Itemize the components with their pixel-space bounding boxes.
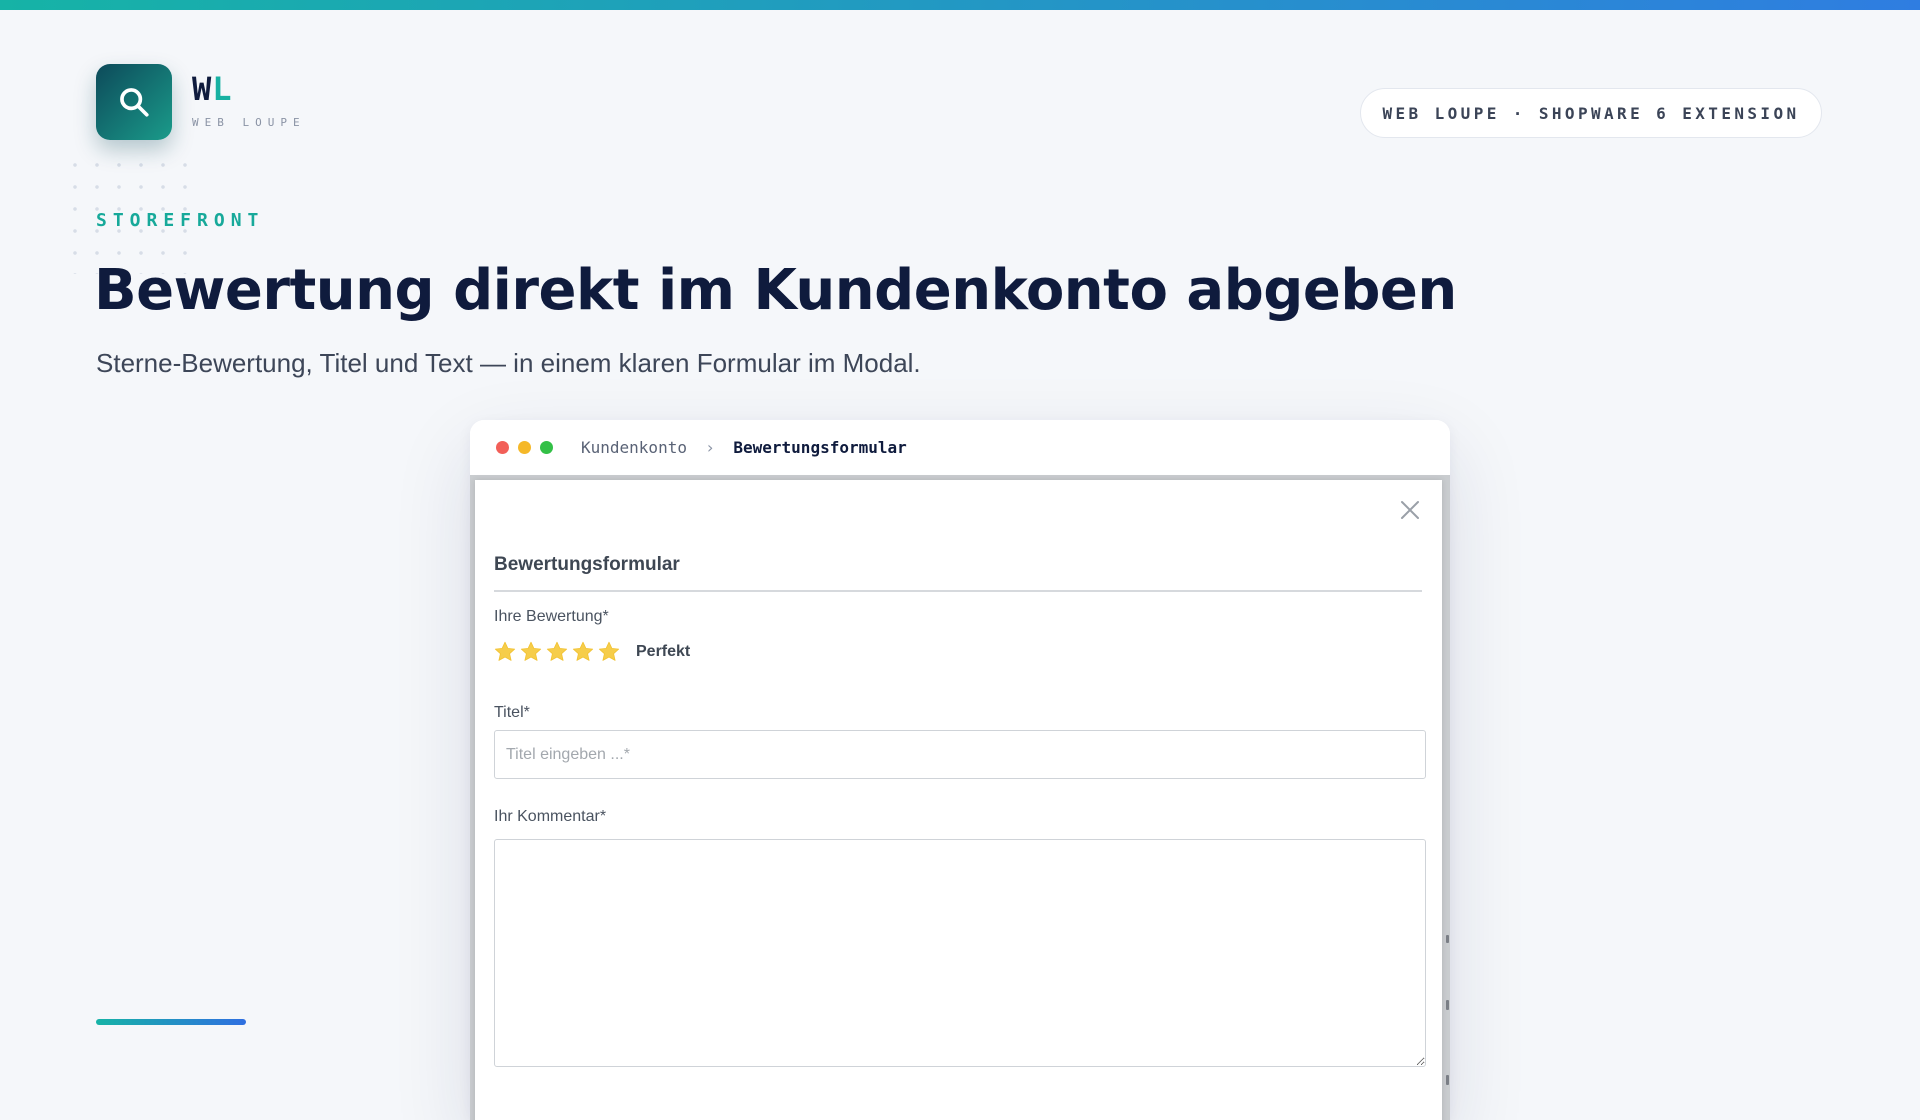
page-title: Bewertung direkt im Kundenkonto abgeben — [94, 258, 1457, 323]
maximize-window-dot[interactable] — [540, 441, 553, 454]
modal-divider — [494, 590, 1422, 592]
browser-toolbar: Kundenkonto › Bewertungsformular — [470, 420, 1450, 475]
page-subtitle: Sterne-Bewertung, Titel und Text — in ei… — [96, 348, 921, 378]
star-icon[interactable] — [597, 640, 621, 664]
logo-tile — [96, 64, 172, 140]
review-title-input[interactable] — [494, 730, 1426, 779]
brand-mark: WL — [192, 70, 233, 108]
browser-window: Kundenkonto › Bewertungsformular Bewertu… — [470, 420, 1450, 1120]
bottom-accent-line — [96, 1019, 246, 1025]
brand-subtitle: WEB LOUPE — [192, 116, 306, 129]
star-icon[interactable] — [519, 640, 543, 664]
star-icon[interactable] — [571, 640, 595, 664]
breadcrumb-kundenkonto[interactable]: Kundenkonto — [581, 438, 687, 457]
rating-label: Ihre Bewertung* — [494, 608, 609, 625]
close-icon — [1401, 501, 1419, 519]
star-rating[interactable]: Perfekt — [493, 640, 690, 664]
title-field-label: Titel* — [494, 704, 530, 721]
close-window-dot[interactable] — [496, 441, 509, 454]
modal-title: Bewertungsformular — [494, 554, 680, 575]
review-comment-textarea[interactable] — [494, 839, 1426, 1067]
breadcrumb-separator: › — [706, 438, 714, 457]
comment-field-label: Ihr Kommentar* — [494, 808, 607, 825]
search-icon — [120, 88, 149, 117]
page-backdrop: Bewertungsformular Ihre Bewertung* Perfe… — [470, 475, 1450, 1120]
top-accent-bar — [0, 0, 1920, 10]
extension-badge: WEB LOUPE · SHOPWARE 6 EXTENSION — [1360, 88, 1822, 138]
breadcrumb-current: Bewertungsformular — [733, 438, 907, 457]
window-controls — [496, 441, 553, 454]
modal-close-button[interactable] — [1396, 496, 1424, 524]
minimize-window-dot[interactable] — [518, 441, 531, 454]
star-icon[interactable] — [545, 640, 569, 664]
section-eyebrow: STOREFRONT — [96, 210, 265, 231]
brand-mark-accent: L — [212, 70, 233, 108]
star-icon[interactable] — [493, 640, 517, 664]
review-modal: Bewertungsformular Ihre Bewertung* Perfe… — [475, 480, 1442, 1120]
rating-text: Perfekt — [636, 643, 691, 660]
brand-mark-primary: W — [192, 70, 213, 108]
